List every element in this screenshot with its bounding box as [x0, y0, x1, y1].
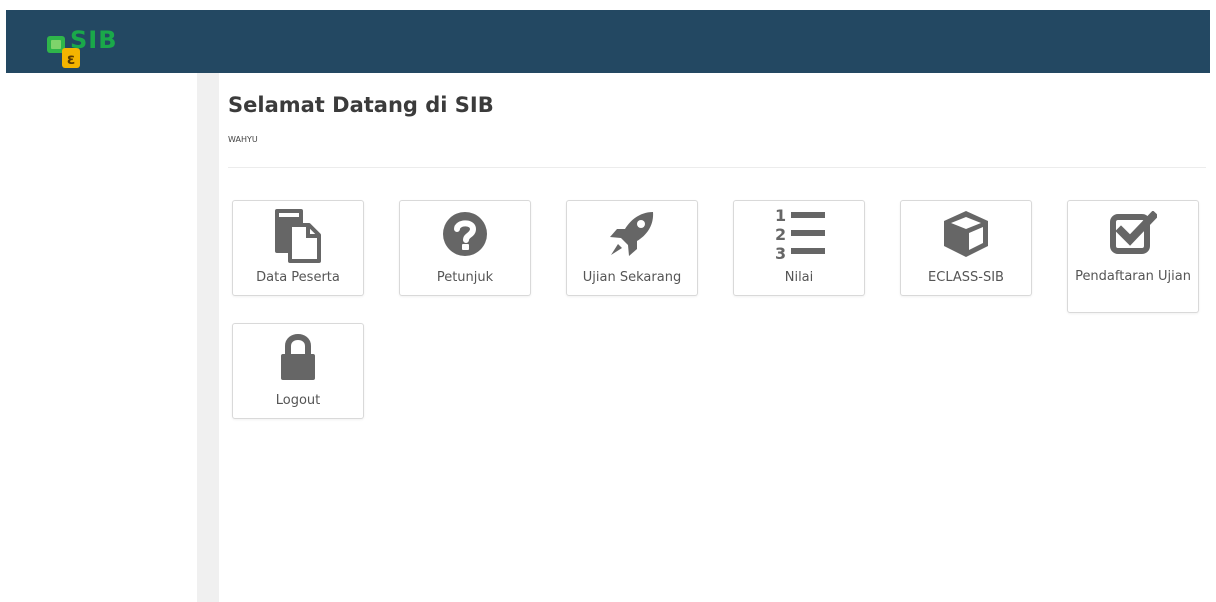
menu-tile-label: Petunjuk [436, 270, 494, 285]
sib-logo[interactable]: ε SIB [46, 24, 136, 72]
svg-text:2: 2 [775, 225, 786, 244]
question-circle-icon [400, 205, 530, 263]
main-content: Selamat Datang di SIB WAHYU Data Peserta… [219, 73, 1210, 602]
cube-icon [901, 205, 1031, 263]
ordered-list-icon: 1 2 3 [734, 205, 864, 263]
svg-text:3: 3 [775, 244, 786, 263]
rocket-icon [567, 205, 697, 263]
lock-icon [233, 328, 363, 386]
menu-tile-eclass-sib[interactable]: ECLASS-SIB [900, 200, 1032, 296]
menu-tile-label: ECLASS-SIB [928, 270, 1004, 285]
svg-text:1: 1 [775, 206, 786, 225]
menu-tile-label: Ujian Sekarang [582, 270, 682, 285]
page-title: Selamat Datang di SIB [228, 93, 494, 117]
menu-tile-petunjuk[interactable]: Petunjuk [399, 200, 531, 296]
logo-text: SIB [70, 26, 118, 54]
checkbox-icon [1068, 205, 1198, 263]
menu-tile-label: Logout [275, 393, 321, 408]
divider [228, 167, 1206, 168]
sidebar [197, 73, 219, 602]
menu-tile-ujian-sekarang[interactable]: Ujian Sekarang [566, 200, 698, 296]
menu-tile-pendaftaran-ujian[interactable]: Pendaftaran Ujian [1067, 200, 1199, 313]
user-name: WAHYU [228, 135, 258, 144]
menu-tile-label: Pendaftaran Ujian [1075, 269, 1191, 284]
file-copy-icon [233, 205, 363, 263]
menu-tile-data-peserta[interactable]: Data Peserta [232, 200, 364, 296]
menu-tile-label: Nilai [784, 270, 814, 285]
menu-tile-nilai[interactable]: 1 2 3 Nilai [733, 200, 865, 296]
top-navbar: ε SIB [6, 10, 1210, 73]
menu-tile-logout[interactable]: Logout [232, 323, 364, 419]
menu-tile-label: Data Peserta [256, 270, 340, 285]
